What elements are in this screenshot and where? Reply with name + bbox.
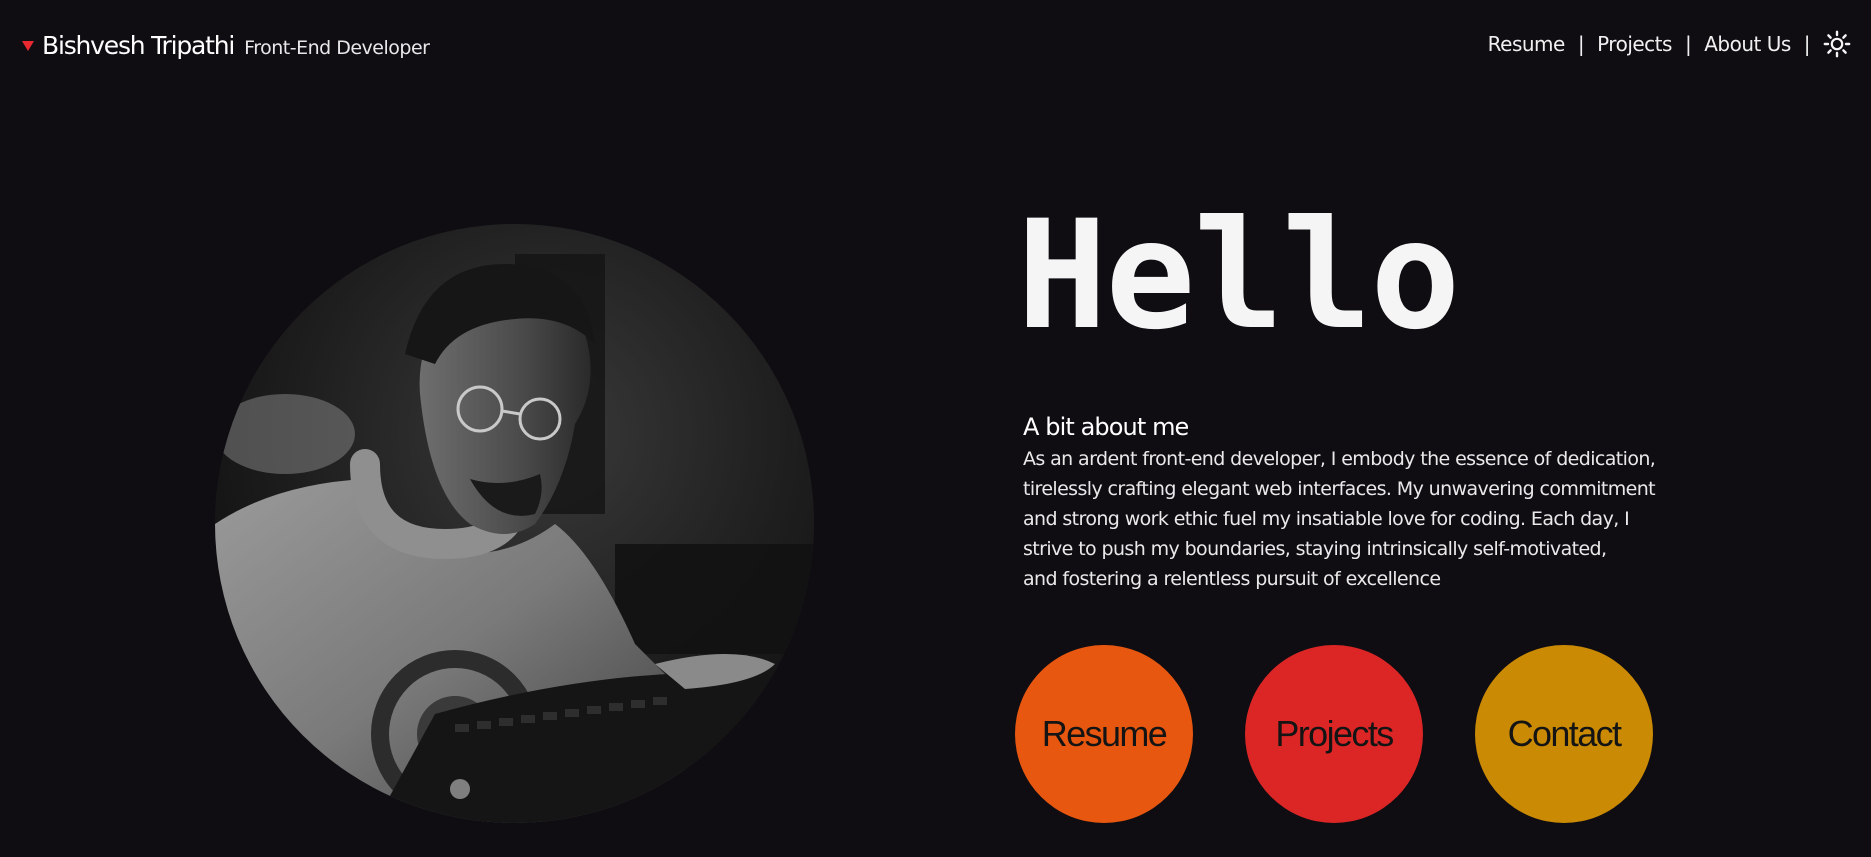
projects-button-label: Projects bbox=[1275, 713, 1394, 754]
contact-button[interactable]: Contact bbox=[1475, 645, 1653, 823]
nav-link-about-us[interactable]: About Us bbox=[1704, 32, 1791, 56]
about-line: As an ardent front-end developer, I embo… bbox=[1023, 448, 1656, 470]
site-header: Bishvesh Tripathi Front-End Developer Re… bbox=[0, 0, 1871, 92]
nav-separator: | bbox=[1684, 32, 1692, 56]
main-nav: Resume | Projects | About Us | bbox=[1488, 30, 1851, 58]
resume-button-label: Resume bbox=[1041, 713, 1168, 754]
about-line: and fostering a relentless pursuit of ex… bbox=[1023, 568, 1441, 590]
brand[interactable]: Bishvesh Tripathi Front-End Developer bbox=[22, 31, 430, 60]
about-text: As an ardent front-end developer, I embo… bbox=[1023, 444, 1683, 594]
nav-separator: | bbox=[1577, 32, 1585, 56]
hero-greeting: Hello bbox=[1017, 189, 1461, 363]
profile-photo bbox=[215, 224, 814, 823]
resume-button[interactable]: Resume bbox=[1015, 645, 1193, 823]
brand-name[interactable]: Bishvesh Tripathi bbox=[42, 31, 235, 60]
about-title: A bit about me bbox=[1023, 413, 1189, 441]
brand-role: Front-End Developer bbox=[244, 37, 430, 59]
contact-button-label: Contact bbox=[1507, 713, 1622, 754]
sun-icon[interactable] bbox=[1823, 30, 1851, 58]
nav-link-projects[interactable]: Projects bbox=[1597, 32, 1672, 56]
projects-button[interactable]: Projects bbox=[1245, 645, 1423, 823]
about-section: A bit about me As an ardent front-end de… bbox=[1023, 410, 1683, 594]
nav-link-resume[interactable]: Resume bbox=[1488, 32, 1566, 56]
about-line: and strong work ethic fuel my insatiable… bbox=[1023, 508, 1630, 530]
nav-separator: | bbox=[1803, 32, 1811, 56]
about-line: strive to push my boundaries, staying in… bbox=[1023, 538, 1607, 560]
about-line: tirelessly crafting elegant web interfac… bbox=[1023, 478, 1656, 500]
caret-down-icon bbox=[22, 41, 34, 51]
